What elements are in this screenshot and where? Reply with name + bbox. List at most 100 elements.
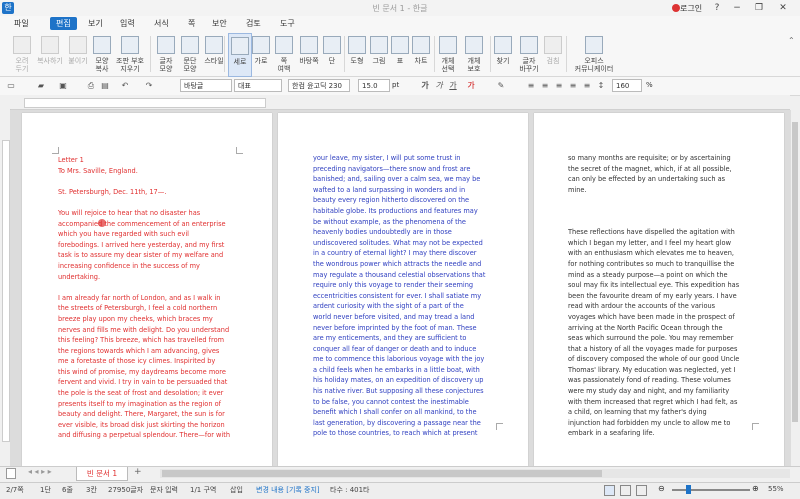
text-line[interactable]: You will rejoice to hear that no disaste…	[58, 208, 238, 219]
undo-icon[interactable]: ↶	[120, 80, 130, 91]
menu-page[interactable]: 쪽	[188, 18, 195, 29]
language-select[interactable]: 대표	[234, 79, 282, 92]
text-line[interactable]: which you have regarded with such evil	[58, 229, 238, 240]
text-line[interactable]: me a foretaste of those icy climes. Insp…	[58, 356, 238, 367]
menu-edit[interactable]: 편집	[50, 17, 77, 30]
text-line[interactable]: conquer all fear of danger or death and …	[313, 344, 495, 355]
text-line[interactable]: your leave, my sister, I will put some t…	[313, 153, 495, 164]
text-line[interactable]	[568, 217, 750, 228]
text-line[interactable]: presents itself to my imagination as the…	[58, 399, 238, 410]
tab-list-icon[interactable]	[6, 468, 16, 479]
zoom-out-icon[interactable]: ⊖	[658, 484, 665, 493]
vertical-scroll-thumb[interactable]	[792, 122, 798, 422]
text-line[interactable]: I am already far north of London, and as…	[58, 293, 238, 304]
text-line[interactable]: task is to assure my dear sister of my w…	[58, 250, 238, 261]
menu-tools[interactable]: 도구	[280, 18, 295, 29]
tab-document-1[interactable]: 빈 문서 1	[76, 467, 128, 481]
landscape-button[interactable]: 가로	[250, 33, 272, 75]
style-select[interactable]: 바탕글	[180, 79, 232, 92]
text-line[interactable]: a child, on learning that my father's dy…	[568, 407, 750, 418]
copy-button[interactable]: 복사하기	[36, 33, 64, 75]
text-line[interactable]: last generation, by discovering a passag…	[313, 418, 495, 429]
object-protect-button[interactable]: 개체 보호	[462, 33, 486, 75]
text-line[interactable]: his holiday mates, on an expedition of d…	[313, 375, 495, 386]
text-line[interactable]: so many months are requisite; or by asce…	[568, 153, 750, 164]
text-line[interactable]: injunction had forbidden my uncle to all…	[568, 418, 750, 429]
text-line[interactable]: wafted to a land surpassing in wonders a…	[313, 185, 495, 196]
preview-icon[interactable]: ▤	[100, 80, 110, 91]
new-doc-icon[interactable]: ▭	[6, 80, 16, 91]
maximize-button[interactable]: ❐	[752, 1, 766, 15]
text-line[interactable]: preceding navigators—there snow and fros…	[313, 164, 495, 175]
text-line[interactable]: beauty every region hitherto discovered …	[313, 195, 495, 206]
text-line[interactable]: breeze play upon my cheeks, which braces…	[58, 314, 238, 325]
text-line[interactable]: was passionately fond of reading. These …	[568, 375, 750, 386]
text-line[interactable]: fervent and vivid. I try in vain to be p…	[58, 377, 238, 388]
text-line[interactable]: been the favourite dream of my early yea…	[568, 291, 750, 302]
zoom-slider-thumb[interactable]	[686, 485, 691, 494]
document-page-3[interactable]: so many months are requisite; or by asce…	[534, 113, 784, 466]
horizontal-scroll-thumb[interactable]	[162, 470, 602, 477]
text-line[interactable]: ever visible, its broad disk just skirti…	[58, 420, 238, 431]
text-line[interactable]: pole to those countries, to reach which …	[313, 428, 495, 439]
text-line[interactable]: the pole is the seat of frost and desola…	[58, 388, 238, 399]
page-margin-button[interactable]: 쪽 여백	[272, 33, 296, 75]
align-left-icon[interactable]: ≡	[540, 80, 550, 91]
text-line[interactable]: soul may fix its intellectual eye. This …	[568, 280, 750, 291]
web-view-icon[interactable]	[636, 485, 647, 496]
page-3-text[interactable]: so many months are requisite; or by asce…	[568, 153, 750, 439]
page-view-icon[interactable]	[620, 485, 631, 496]
menu-insert[interactable]: 입력	[120, 18, 135, 29]
page-1-text[interactable]: Letter 1 To Mrs. Saville, England. St. Pe…	[58, 155, 238, 441]
table-button[interactable]: 표	[390, 33, 410, 75]
shape-button[interactable]: 도형	[346, 33, 368, 75]
text-line[interactable]: the streets of Petersburgh, I feel a col…	[58, 303, 238, 314]
user-avatar-icon[interactable]	[672, 4, 680, 12]
line-spacing-icon[interactable]: ↕	[596, 80, 606, 91]
text-line[interactable]	[568, 206, 750, 217]
text-line[interactable]: a child feels when he embarks in a littl…	[313, 365, 495, 376]
status-zoom[interactable]: 55%	[768, 485, 784, 493]
text-line[interactable]: forebodings. I arrived here yesterday, a…	[58, 240, 238, 251]
italic-icon[interactable]: 가	[434, 80, 444, 91]
document-page-2[interactable]: your leave, my sister, I will put some t…	[278, 113, 528, 466]
text-line[interactable]: the wondrous power which attracts the ne…	[313, 259, 495, 270]
text-line[interactable]: for nothing contributes so much to tranq…	[568, 259, 750, 270]
align-distribute-icon[interactable]: ≡	[582, 80, 592, 91]
find-button[interactable]: 찾기	[492, 33, 514, 75]
open-icon[interactable]: ▰	[36, 80, 46, 91]
ribbon-collapse-icon[interactable]: ⌃	[788, 36, 795, 45]
text-line[interactable]: world never before visited, and may trea…	[313, 312, 495, 323]
align-right-icon[interactable]: ≡	[568, 80, 578, 91]
text-line[interactable]: this feeling? This breeze, which has tra…	[58, 335, 238, 346]
text-line[interactable]: be without example, as the phenomena of …	[313, 217, 495, 228]
text-line[interactable]: this wind of promise, my daydreams becom…	[58, 367, 238, 378]
text-line[interactable]: to be false, you cannot contest the ines…	[313, 397, 495, 408]
text-line[interactable]	[568, 195, 750, 206]
print-icon[interactable]: ⎙	[86, 80, 96, 91]
text-line[interactable]: mind as a steady purpose—a point on whic…	[568, 270, 750, 281]
text-line[interactable]: Thomas' library. My education was neglec…	[568, 365, 750, 376]
text-line[interactable]: were my study day and night, and my fami…	[568, 386, 750, 397]
redo-icon[interactable]: ↷	[144, 80, 154, 91]
text-line[interactable]: To Mrs. Saville, England.	[58, 166, 238, 177]
status-input-mode[interactable]: 문자 입력	[150, 485, 178, 495]
text-line[interactable]: which I began my letter, and I feel my h…	[568, 238, 750, 249]
bold-icon[interactable]: 가	[420, 80, 430, 91]
underline-icon[interactable]: 가	[448, 80, 458, 91]
menu-review[interactable]: 검토	[246, 18, 261, 29]
text-line[interactable]: heavenly bodies undoubtedly are in those	[313, 227, 495, 238]
menu-file[interactable]: 파일	[14, 18, 29, 29]
text-line[interactable]: benefit which I shall confer on all mank…	[313, 407, 495, 418]
status-insert-mode[interactable]: 삽입	[230, 485, 243, 495]
text-line[interactable]: Letter 1	[58, 155, 238, 166]
text-line[interactable]: that a history of all the voyages made f…	[568, 344, 750, 355]
align-center-icon[interactable]: ≡	[554, 80, 564, 91]
text-line[interactable]: undiscovered solitudes. What may not be …	[313, 238, 495, 249]
login-link[interactable]: 로그인	[680, 3, 702, 14]
text-line[interactable]: embark in a seafaring life.	[568, 428, 750, 439]
text-line[interactable]: These reflections have dispelled the agi…	[568, 227, 750, 238]
document-page-1[interactable]: Letter 1 To Mrs. Saville, England. St. Pe…	[22, 113, 272, 466]
chart-button[interactable]: 차트	[410, 33, 432, 75]
master-page-button[interactable]: 바탕쪽	[296, 33, 322, 75]
